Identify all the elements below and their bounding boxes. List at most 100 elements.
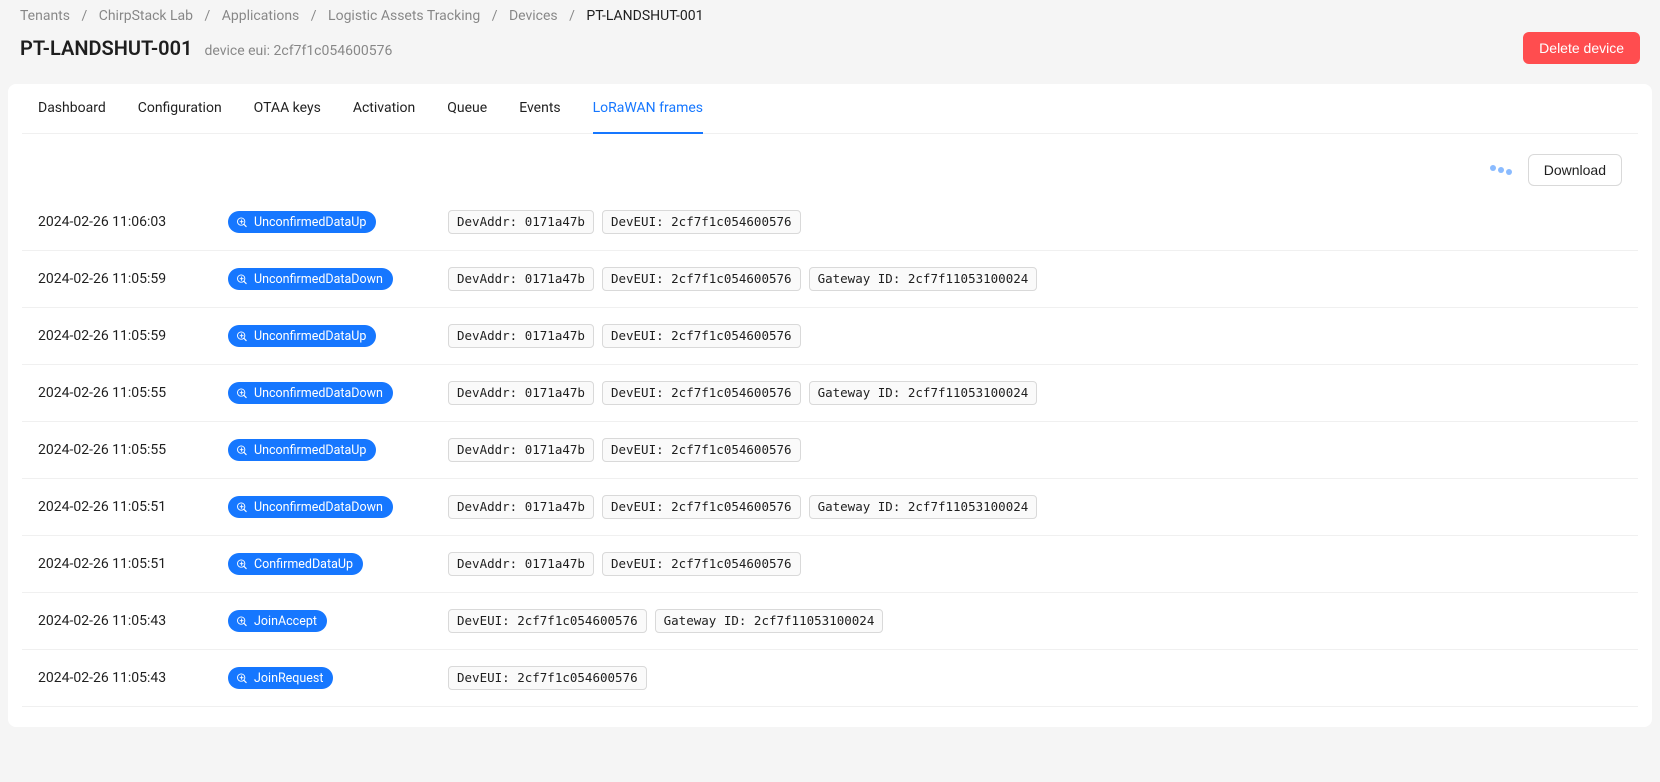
frame-tag: DevAddr: 0171a47b [448,495,594,519]
zoom-in-icon [236,330,248,342]
frame-tag: DevEUI: 2cf7f1c054600576 [602,438,801,462]
frame-time: 2024-02-26 11:06:03 [38,214,228,230]
frames-list: 2024-02-26 11:06:03 UnconfirmedDataUp Dev… [8,194,1652,707]
frame-type-badge[interactable]: ConfirmedDataUp [228,553,363,575]
breadcrumb-link-application[interactable]: Logistic Assets Tracking [328,8,480,24]
frame-type-badge[interactable]: UnconfirmedDataUp [228,211,376,233]
frame-row[interactable]: 2024-02-26 11:05:59 UnconfirmedDataUp Dev… [22,308,1638,365]
frame-type-badge[interactable]: UnconfirmedDataDown [228,268,393,290]
frame-type-cell: UnconfirmedDataDown [228,268,448,290]
frame-row[interactable]: 2024-02-26 11:05:51 ConfirmedDataUpDevAd… [22,536,1638,593]
frame-type-cell: JoinAccept [228,610,448,632]
frame-tag: DevEUI: 2cf7f1c054600576 [448,666,647,690]
frame-type-cell: UnconfirmedDataDown [228,382,448,404]
frame-row[interactable]: 2024-02-26 11:06:03 UnconfirmedDataUp Dev… [22,194,1638,251]
breadcrumb-sep: / [311,8,317,24]
frame-tags: DevAddr: 0171a47b DevEUI: 2cf7f1c05460057… [448,267,1037,291]
tab-dashboard[interactable]: Dashboard [38,84,106,134]
frame-row[interactable]: 2024-02-26 11:05:55 UnconfirmedDataUp Dev… [22,422,1638,479]
frame-tags: DevAddr: 0171a47b DevEUI: 2cf7f1c05460057… [448,495,1037,519]
frame-tag: Gateway ID: 2cf7f11053100024 [809,267,1038,291]
frame-type-badge[interactable]: UnconfirmedDataDown [228,382,393,404]
frame-type-badge[interactable]: UnconfirmedDataUp [228,325,376,347]
frame-row[interactable]: 2024-02-26 11:05:43 JoinAccept DevEUI: 2c… [22,593,1638,650]
frame-type-badge[interactable]: UnconfirmedDataDown [228,496,393,518]
frame-time: 2024-02-26 11:05:43 [38,613,228,629]
delete-device-button[interactable]: Delete device [1523,32,1640,64]
page-title: PT-LANDSHUT-001 [20,36,192,60]
tab-queue[interactable]: Queue [447,84,487,134]
frame-type-cell: UnconfirmedDataUp [228,211,448,233]
frame-time: 2024-02-26 11:05:59 [38,328,228,344]
frame-tag: Gateway ID: 2cf7f11053100024 [809,381,1038,405]
frame-tag: Gateway ID: 2cf7f11053100024 [809,495,1038,519]
frame-time: 2024-02-26 11:05:59 [38,271,228,287]
frame-tag: DevAddr: 0171a47b [448,210,594,234]
breadcrumb-link-tenants[interactable]: Tenants [20,8,70,24]
frame-type-label: UnconfirmedDataUp [254,215,366,230]
frame-tag: DevAddr: 0171a47b [448,438,594,462]
loading-spinner-icon [1490,167,1512,173]
frame-tag: DevEUI: 2cf7f1c054600576 [602,495,801,519]
zoom-in-icon [236,216,248,228]
frame-tag: DevAddr: 0171a47b [448,267,594,291]
frame-row[interactable]: 2024-02-26 11:05:51 UnconfirmedDataDown D… [22,479,1638,536]
frame-type-label: UnconfirmedDataDown [254,272,383,287]
tabs: Dashboard Configuration OTAA keys Activatio… [22,84,1638,134]
frame-tag: DevEUI: 2cf7f1c054600576 [602,324,801,348]
tab-events[interactable]: Events [519,84,560,134]
breadcrumb-link-devices[interactable]: Devices [509,8,558,24]
frame-type-cell: UnconfirmedDataUp [228,325,448,347]
frame-time: 2024-02-26 11:05:55 [38,442,228,458]
toolbar: Download [8,134,1652,194]
frame-type-label: JoinAccept [254,614,317,629]
frame-tags: DevEUI: 2cf7f1c054600576 Gateway ID: 2cf7… [448,609,883,633]
frame-tag: DevAddr: 0171a47b [448,552,594,576]
breadcrumb-current: PT-LANDSHUT-001 [586,8,703,24]
tab-activation[interactable]: Activation [353,84,415,134]
zoom-in-icon [236,672,248,684]
page-header: PT-LANDSHUT-001 device eui: 2cf7f1c05460… [0,24,1660,84]
content-card: Dashboard Configuration OTAA keys Activatio… [8,84,1652,727]
zoom-in-icon [236,273,248,285]
frame-tags: DevAddr: 0171a47bDevEUI: 2cf7f1c05460057… [448,210,801,234]
breadcrumb-link-tenant[interactable]: ChirpStack Lab [99,8,193,24]
frame-tag: DevEUI: 2cf7f1c054600576 [602,552,801,576]
frame-time: 2024-02-26 11:05:51 [38,499,228,515]
frame-type-badge[interactable]: JoinRequest [228,667,333,689]
frame-row[interactable]: 2024-02-26 11:05:59 UnconfirmedDataDown D… [22,251,1638,308]
breadcrumb-link-applications[interactable]: Applications [222,8,300,24]
zoom-in-icon [236,501,248,513]
tab-configuration[interactable]: Configuration [138,84,222,134]
frame-tag: DevEUI: 2cf7f1c054600576 [448,609,647,633]
title-wrap: PT-LANDSHUT-001 device eui: 2cf7f1c05460… [20,36,392,60]
download-button[interactable]: Download [1528,154,1622,186]
frame-row[interactable]: 2024-02-26 11:05:43 JoinRequestDevEUI: 2… [22,650,1638,707]
frame-type-label: UnconfirmedDataUp [254,329,366,344]
frame-tags: DevEUI: 2cf7f1c054600576 [448,666,647,690]
frame-time: 2024-02-26 11:05:55 [38,385,228,401]
frame-type-label: ConfirmedDataUp [254,557,353,572]
frame-type-badge[interactable]: JoinAccept [228,610,327,632]
breadcrumb-sep: / [569,8,575,24]
breadcrumb-sep: / [204,8,210,24]
frame-tag: DevEUI: 2cf7f1c054600576 [602,267,801,291]
zoom-in-icon [236,558,248,570]
frame-type-cell: JoinRequest [228,667,448,689]
frame-type-label: UnconfirmedDataDown [254,500,383,515]
frame-type-cell: UnconfirmedDataDown [228,496,448,518]
frame-tag: Gateway ID: 2cf7f11053100024 [655,609,884,633]
breadcrumb: Tenants / ChirpStack Lab / Applications … [0,0,1660,24]
tab-lorawan-frames[interactable]: LoRaWAN frames [593,84,703,134]
frame-row[interactable]: 2024-02-26 11:05:55 UnconfirmedDataDown D… [22,365,1638,422]
zoom-in-icon [236,444,248,456]
tab-otaa-keys[interactable]: OTAA keys [254,84,321,134]
frame-tags: DevAddr: 0171a47b DevEUI: 2cf7f1c05460057… [448,324,801,348]
frame-tags: DevAddr: 0171a47b DevEUI: 2cf7f1c05460057… [448,438,801,462]
frame-type-badge[interactable]: UnconfirmedDataUp [228,439,376,461]
frame-type-cell: UnconfirmedDataUp [228,439,448,461]
zoom-in-icon [236,615,248,627]
frame-tag: DevAddr: 0171a47b [448,324,594,348]
zoom-in-icon [236,387,248,399]
frame-tag: DevEUI: 2cf7f1c054600576 [602,381,801,405]
